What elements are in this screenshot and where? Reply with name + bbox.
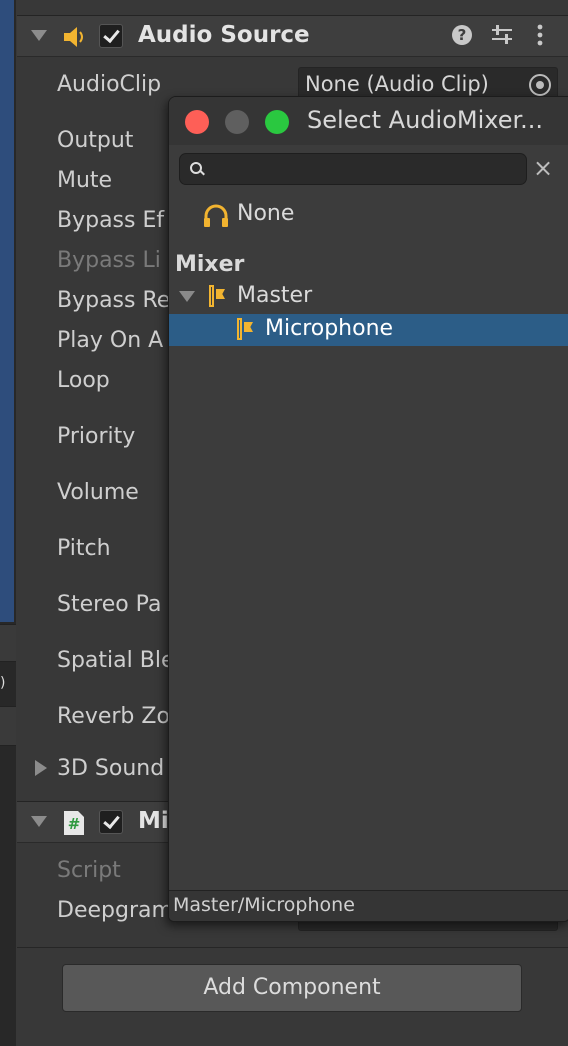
left-panel-selection — [0, 0, 14, 622]
component-title: Audio Source — [138, 22, 310, 48]
script-icon: # — [64, 811, 84, 835]
reverb-zone-mix-label: Reverb Zo — [57, 704, 170, 729]
script-label: Script — [57, 858, 121, 883]
pitch-label: Pitch — [57, 536, 111, 561]
help-icon[interactable]: ? — [451, 24, 473, 52]
3d-sound-settings-foldout[interactable]: 3D Sound — [57, 756, 164, 781]
collapse-arrow-icon[interactable] — [179, 291, 195, 302]
select-audiomixer-window: Select AudioMixer... × None Mixer Master… — [168, 96, 568, 922]
mixer-group-icon — [237, 318, 253, 342]
svg-text:?: ? — [458, 26, 467, 44]
fold-arrow-icon[interactable] — [31, 30, 47, 41]
fold-arrow-icon[interactable] — [31, 816, 47, 827]
search-icon — [190, 162, 202, 174]
mute-label: Mute — [57, 168, 113, 193]
master-label: Master — [237, 283, 313, 308]
play-on-awake-label: Play On A — [57, 328, 164, 353]
audio-source-header[interactable]: Audio Source ? — [17, 15, 568, 57]
bypass-listener-effects-label: Bypass Li — [57, 248, 161, 273]
audio-clip-value: None (Audio Clip) — [305, 72, 489, 96]
component-title: Mi — [138, 808, 169, 834]
clear-search-icon[interactable]: × — [533, 154, 553, 182]
close-window-button[interactable] — [185, 110, 209, 134]
headphones-icon — [204, 204, 228, 227]
window-titlebar[interactable]: Select AudioMixer... — [169, 97, 568, 145]
list-item-master[interactable]: Master — [169, 281, 568, 313]
list-item-microphone[interactable]: Microphone — [169, 314, 568, 346]
list-item-none[interactable]: None — [169, 199, 568, 231]
left-panel-glyph: ) — [0, 675, 6, 691]
bypass-effects-label: Bypass Ef — [57, 208, 165, 233]
status-bar: Master/Microphone — [169, 890, 568, 921]
mixer-group-icon — [209, 285, 225, 309]
output-label: Output — [57, 128, 134, 153]
mixer-group-header: Mixer — [175, 252, 245, 277]
preset-settings-icon[interactable] — [490, 24, 514, 52]
deepgram-label: Deepgram — [57, 898, 173, 923]
svg-text:#: # — [68, 815, 81, 833]
expand-arrow-icon[interactable] — [34, 760, 48, 776]
mic-component-enabled-checkbox[interactable] — [99, 810, 123, 834]
zoom-window-button[interactable] — [265, 110, 289, 134]
priority-label: Priority — [57, 424, 136, 449]
search-input[interactable] — [179, 153, 527, 185]
none-label: None — [237, 201, 295, 226]
minimize-window-button[interactable] — [225, 110, 249, 134]
divider — [17, 947, 568, 948]
more-options-icon[interactable] — [535, 24, 545, 52]
stereo-pan-label: Stereo Pa — [57, 592, 162, 617]
window-title: Select AudioMixer... — [307, 106, 544, 134]
loop-label: Loop — [57, 368, 110, 393]
selected-path: Master/Microphone — [173, 894, 355, 916]
bypass-reverb-zones-label: Bypass Re — [57, 288, 171, 313]
speaker-icon — [64, 27, 83, 47]
audio-source-enabled-checkbox[interactable] — [99, 24, 123, 48]
left-panel-segment — [0, 624, 16, 662]
spatial-blend-label: Spatial Ble — [57, 648, 175, 673]
audio-clip-label: AudioClip — [57, 72, 162, 97]
microphone-label: Microphone — [265, 316, 394, 341]
object-picker-icon[interactable] — [529, 74, 551, 96]
left-panel-segment — [0, 706, 16, 746]
volume-label: Volume — [57, 480, 139, 505]
add-component-button[interactable]: Add Component — [62, 964, 522, 1012]
